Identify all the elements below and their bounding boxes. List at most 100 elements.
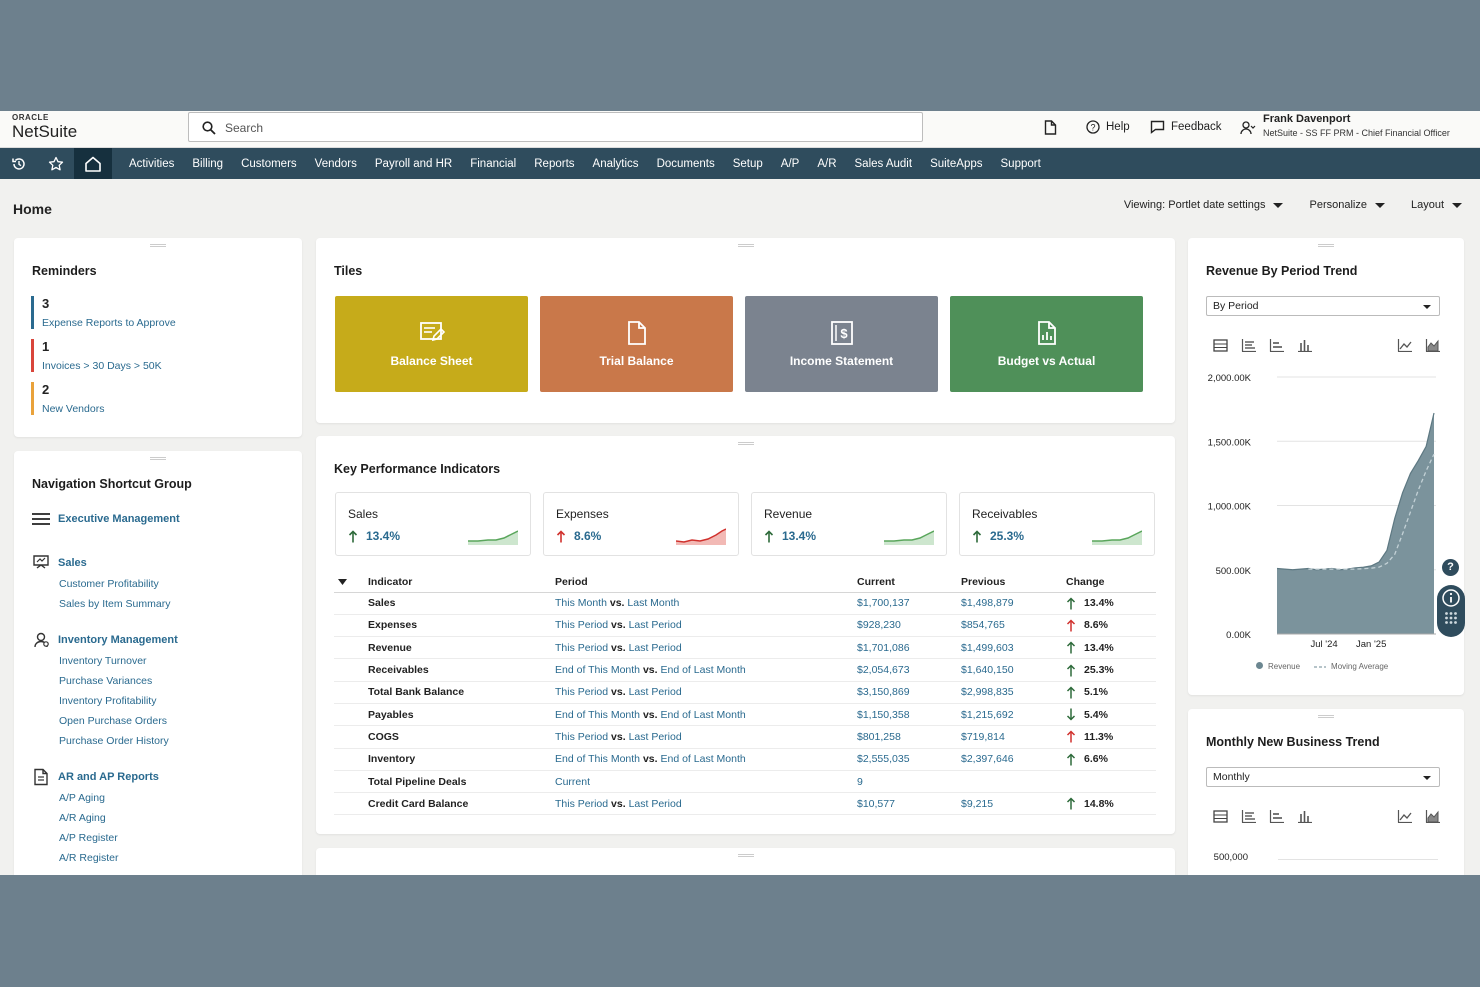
collapse-column[interactable]: [334, 573, 364, 593]
period-from-link[interactable]: This Period: [555, 619, 608, 631]
executive-management-link[interactable]: Executive Management: [32, 512, 180, 526]
period-from-link[interactable]: This Period: [555, 686, 608, 698]
period-to-link[interactable]: End of Last Month: [660, 709, 745, 721]
kpi-row[interactable]: Sales This Month vs. Last Month $1,700,137…: [334, 592, 1156, 615]
period-to-link[interactable]: Last Period: [629, 642, 682, 654]
nav-item-suiteapps[interactable]: SuiteApps: [921, 158, 991, 170]
drag-handle[interactable]: [737, 854, 754, 857]
nav-item-analytics[interactable]: Analytics: [584, 158, 648, 170]
previous-cell[interactable]: $1,640,150: [957, 658, 1062, 682]
shortcut-link[interactable]: A/P Register: [59, 832, 118, 844]
recent-records-button[interactable]: [1044, 120, 1057, 135]
current-cell[interactable]: $2,555,035: [853, 748, 957, 771]
shortcut-link[interactable]: Purchase Variances: [59, 675, 152, 687]
tile-balance-sheet[interactable]: Balance Sheet: [335, 296, 528, 392]
nav-item-activities[interactable]: Activities: [120, 158, 183, 170]
nav-item-reports[interactable]: Reports: [525, 158, 583, 170]
monthly-select[interactable]: Monthly: [1206, 767, 1440, 787]
current-cell[interactable]: $10,577: [853, 792, 957, 816]
shortcut-link[interactable]: Purchase Order History: [59, 735, 169, 747]
kpi-row[interactable]: Revenue This Period vs. Last Period $1,701…: [334, 636, 1156, 660]
period-from-link[interactable]: End of This Month: [555, 753, 640, 765]
column-header-change[interactable]: Change: [1062, 573, 1156, 593]
search-input[interactable]: [225, 118, 875, 138]
period-from-link[interactable]: End of This Month: [555, 664, 640, 676]
help-question-button[interactable]: ?: [1442, 559, 1459, 576]
previous-cell[interactable]: $719,814: [957, 725, 1062, 749]
tile-budget-vs-actual[interactable]: Budget vs Actual: [950, 296, 1143, 392]
stacked-bar-button[interactable]: [1238, 335, 1258, 355]
kpi-card-sales[interactable]: Sales 13.4%: [335, 492, 531, 556]
kpi-row[interactable]: Inventory End of This Month vs. End of La…: [334, 748, 1156, 771]
period-from-link[interactable]: Current: [555, 776, 590, 788]
period-to-link[interactable]: Last Period: [629, 686, 682, 698]
column-header-indicator[interactable]: Indicator: [364, 573, 551, 593]
shortcut-link[interactable]: Inventory Profitability: [59, 695, 156, 707]
favorites-button[interactable]: [37, 148, 74, 179]
home-button[interactable]: [74, 148, 112, 179]
nav-item-support[interactable]: Support: [992, 158, 1050, 170]
nav-item-a-r[interactable]: A/R: [808, 158, 845, 170]
previous-cell[interactable]: $1,498,879: [957, 592, 1062, 615]
shortcut-group-inventory-management[interactable]: Inventory Management: [32, 631, 178, 649]
period-to-link[interactable]: Last Month: [627, 597, 679, 609]
shortcut-link[interactable]: A/P Aging: [59, 792, 105, 804]
bar-chart-button[interactable]: [1266, 335, 1286, 355]
personalize-dropdown[interactable]: Personalize: [1309, 199, 1385, 211]
period-to-link[interactable]: Last Period: [629, 731, 682, 743]
line-chart-button[interactable]: [1394, 335, 1414, 355]
previous-cell[interactable]: $9,215: [957, 792, 1062, 816]
drag-handle[interactable]: [737, 244, 754, 247]
current-cell[interactable]: $1,700,137: [853, 592, 957, 615]
table-view-button[interactable]: [1210, 335, 1230, 355]
stacked-bar-button[interactable]: [1238, 806, 1258, 826]
shortcut-link[interactable]: Sales by Item Summary: [59, 598, 170, 610]
period-select[interactable]: By Period: [1206, 296, 1440, 316]
column-chart-button[interactable]: [1294, 335, 1314, 355]
shortcut-link[interactable]: Customer Profitability: [59, 578, 159, 590]
bar-chart-button[interactable]: [1266, 806, 1286, 826]
nav-item-payroll-and-hr[interactable]: Payroll and HR: [366, 158, 461, 170]
area-chart-button[interactable]: [1422, 806, 1442, 826]
period-to-link[interactable]: Last Period: [629, 798, 682, 810]
nav-item-a-p[interactable]: A/P: [772, 158, 809, 170]
previous-cell[interactable]: [957, 770, 1062, 794]
period-to-link[interactable]: End of Last Month: [660, 753, 745, 765]
shortcut-link[interactable]: Open Purchase Orders: [59, 715, 167, 727]
line-chart-button[interactable]: [1394, 806, 1414, 826]
table-view-button[interactable]: [1210, 806, 1230, 826]
help-link[interactable]: ? Help: [1086, 120, 1130, 134]
kpi-row[interactable]: Payables End of This Month vs. End of Las…: [334, 703, 1156, 727]
legend-revenue[interactable]: Revenue: [1256, 662, 1300, 671]
column-header-period[interactable]: Period: [551, 573, 853, 593]
kpi-row[interactable]: Total Pipeline Deals Current 9: [334, 770, 1156, 794]
shortcut-link[interactable]: Inventory Turnover: [59, 655, 147, 667]
period-from-link[interactable]: This Month: [555, 597, 607, 609]
previous-cell[interactable]: $2,998,835: [957, 681, 1062, 704]
current-cell[interactable]: $928,230: [853, 614, 957, 638]
tile-trial-balance[interactable]: Trial Balance: [540, 296, 733, 392]
nav-item-sales-audit[interactable]: Sales Audit: [846, 158, 922, 170]
nav-item-billing[interactable]: Billing: [183, 158, 232, 170]
kpi-card-revenue[interactable]: Revenue 13.4%: [751, 492, 947, 556]
shortcut-group-sales[interactable]: Sales: [32, 554, 87, 572]
current-cell[interactable]: $1,701,086: [853, 636, 957, 660]
period-from-link[interactable]: End of This Month: [555, 709, 640, 721]
current-cell[interactable]: $2,054,673: [853, 658, 957, 682]
kpi-row[interactable]: Expenses This Period vs. Last Period $928,…: [334, 614, 1156, 638]
period-from-link[interactable]: This Period: [555, 642, 608, 654]
kpi-row[interactable]: COGS This Period vs. Last Period $801,258 $…: [334, 725, 1156, 749]
period-from-link[interactable]: This Period: [555, 798, 608, 810]
previous-cell[interactable]: $1,499,603: [957, 636, 1062, 660]
current-cell[interactable]: $1,150,358: [853, 703, 957, 727]
shortcut-group-ar-and-ap-reports[interactable]: AR and AP Reports: [32, 768, 159, 786]
netsuite-logo[interactable]: ORACLE NetSuite: [12, 114, 77, 141]
shortcut-link[interactable]: A/R Register: [59, 852, 119, 864]
area-chart-button[interactable]: [1422, 335, 1442, 355]
nav-item-setup[interactable]: Setup: [724, 158, 772, 170]
nav-item-vendors[interactable]: Vendors: [306, 158, 366, 170]
period-to-link[interactable]: End of Last Month: [660, 664, 745, 676]
drag-handle[interactable]: [150, 457, 166, 460]
previous-cell[interactable]: $2,397,646: [957, 748, 1062, 771]
period-to-link[interactable]: Last Period: [629, 619, 682, 631]
